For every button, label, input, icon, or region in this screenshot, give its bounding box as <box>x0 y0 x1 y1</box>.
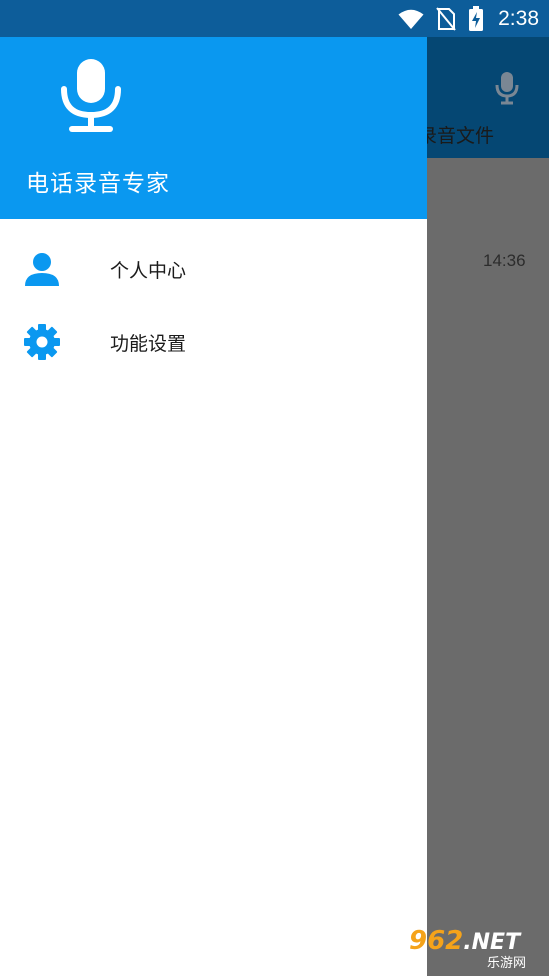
microphone-icon[interactable] <box>494 71 520 109</box>
navigation-drawer: 电话录音专家 个人中心 功能设置 <box>0 37 427 976</box>
drawer-header: 电话录音专家 <box>0 37 427 219</box>
watermark-number: 962 <box>409 926 464 956</box>
watermark-logo: 962.NET 乐游网 <box>409 926 543 972</box>
menu-item-profile[interactable]: 个人中心 <box>0 236 427 302</box>
person-icon <box>24 251 60 287</box>
watermark-sub: 乐游网 <box>487 956 527 971</box>
status-icons: 2:38 <box>398 0 539 37</box>
menu-item-settings[interactable]: 功能设置 <box>0 309 427 375</box>
status-time: 2:38 <box>498 6 539 30</box>
no-sim-icon <box>436 6 456 31</box>
microphone-icon <box>58 57 124 139</box>
recording-time: 14:36 <box>483 251 526 270</box>
status-bar: 2:38 <box>0 0 549 37</box>
tab-recordings[interactable]: 录音文件 <box>418 121 494 148</box>
battery-charging-icon <box>468 5 484 32</box>
wifi-icon <box>398 8 424 30</box>
screen: 2:38 录音文件 14:36 电话录音专家 个人中心 功能设置 962.NET… <box>0 0 549 976</box>
menu-item-label: 功能设置 <box>110 332 187 355</box>
gear-icon <box>24 324 60 360</box>
app-title: 电话录音专家 <box>26 171 170 197</box>
menu-item-label: 个人中心 <box>110 259 187 282</box>
